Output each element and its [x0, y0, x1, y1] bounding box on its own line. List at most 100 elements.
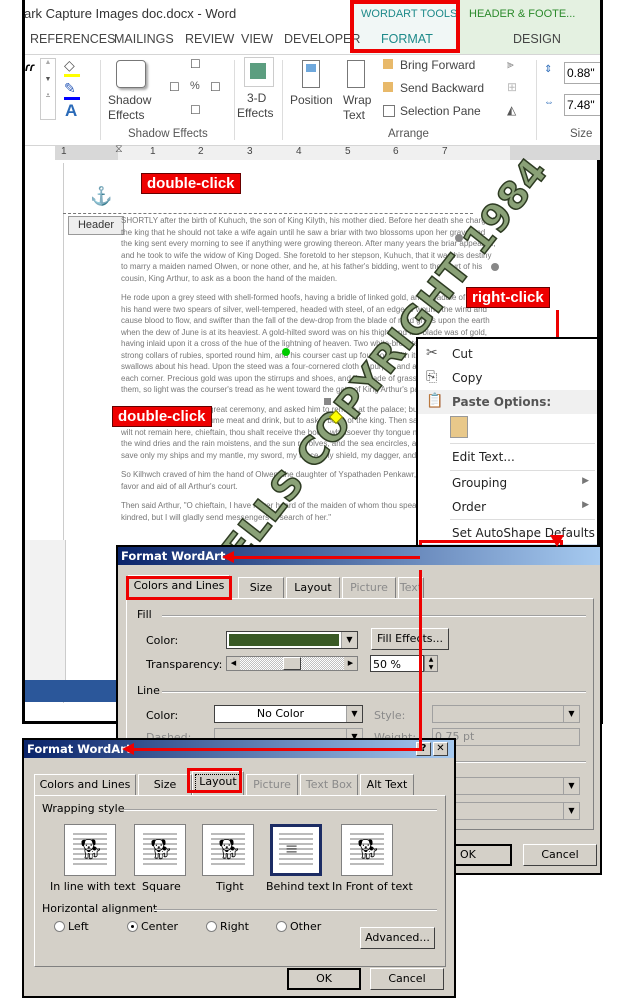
3d-effects-label-2[interactable]: Effects: [237, 106, 273, 120]
nudge-shadow-right-icon[interactable]: ☐: [210, 80, 221, 94]
shadow-on-off-icon[interactable]: %: [190, 80, 200, 92]
selection-pane-icon[interactable]: [383, 105, 395, 117]
tab-view[interactable]: VIEW: [241, 32, 273, 46]
annotation-arrow-line: [419, 570, 422, 748]
transparency-spinner[interactable]: ▲ ▼: [424, 655, 438, 672]
wrap-behind-text-option[interactable]: ≡: [270, 824, 322, 876]
nudge-shadow-down-icon[interactable]: ☐: [190, 103, 201, 117]
send-backward-icon[interactable]: [383, 82, 393, 92]
tab-developer[interactable]: DEVELOPER: [284, 32, 360, 46]
rotation-handle[interactable]: [282, 348, 290, 356]
sizing-handle[interactable]: [455, 234, 463, 242]
wrap-tight-option[interactable]: 🐕︎: [202, 824, 254, 876]
align-other-label[interactable]: Other: [290, 920, 321, 933]
gallery-scroll[interactable]: ▲ ▼ ⩡: [40, 58, 56, 120]
menu-item-copy[interactable]: ⎘ Copy: [418, 366, 597, 390]
tab-size[interactable]: Size: [138, 774, 192, 795]
nudge-shadow-left-icon[interactable]: ☐: [169, 80, 180, 94]
ok-button[interactable]: OK: [287, 968, 361, 990]
shape-fill-icon[interactable]: ◇: [64, 57, 80, 77]
dog-icon: 🐕︎: [78, 837, 104, 861]
close-button[interactable]: ✕: [433, 742, 448, 756]
tab-references[interactable]: REFERENCES: [30, 32, 115, 46]
line-section-label: Line: [137, 684, 160, 697]
ok-button[interactable]: OK: [452, 844, 512, 866]
annotation-right-click: right-click: [466, 287, 550, 308]
ribbon-separator: [100, 60, 101, 140]
sizing-handle[interactable]: [324, 398, 331, 405]
wordart-style-gallery-icon[interactable]: ɾɾ: [25, 60, 34, 74]
shadow-effects-label[interactable]: Shadow: [108, 93, 151, 107]
indent-marker[interactable]: ⧖: [115, 143, 123, 156]
colors-and-lines-tab-highlight: [126, 576, 232, 600]
menu-item-cut[interactable]: ✂ Cut: [418, 342, 597, 366]
align-other-radio[interactable]: [276, 921, 287, 932]
line-color-dropdown[interactable]: No Color ▼: [214, 705, 363, 723]
align-left-radio[interactable]: [54, 921, 65, 932]
chevron-down-icon: ▼: [346, 706, 362, 722]
style-label: Style:: [374, 709, 406, 722]
fill-effects-button[interactable]: Fill Effects...: [371, 628, 449, 650]
header-tag[interactable]: Header: [68, 216, 124, 235]
menu-item-grouping[interactable]: Grouping ▶: [418, 471, 597, 495]
tab-size[interactable]: Size: [238, 577, 284, 598]
3d-effects-icon[interactable]: [244, 57, 274, 87]
shadow-effects-icon[interactable]: [116, 60, 146, 88]
bring-forward-icon[interactable]: [383, 59, 393, 69]
copy-icon: ⎘: [426, 369, 438, 385]
menu-item-edit-text[interactable]: Edit Text...: [418, 445, 597, 469]
margin-right: [600, 0, 620, 730]
position-icon[interactable]: [302, 60, 320, 88]
bring-forward-button[interactable]: Bring Forward: [400, 58, 475, 72]
wrap-tight-label: Tight: [216, 880, 244, 893]
menu-separator: [450, 519, 595, 520]
nudge-shadow-up-icon[interactable]: ☐: [190, 57, 201, 71]
align-icon[interactable]: ⫸: [507, 57, 514, 72]
tab-alt-text[interactable]: Alt Text: [360, 774, 414, 795]
align-left-label[interactable]: Left: [68, 920, 89, 933]
fill-color-dropdown[interactable]: ▼: [226, 631, 358, 649]
cancel-button[interactable]: Cancel: [370, 968, 444, 990]
transparency-slider[interactable]: ◀ ▶: [226, 656, 358, 671]
paste-keep-formatting-icon[interactable]: [450, 416, 468, 438]
status-bar: [25, 680, 120, 702]
text-effects-icon[interactable]: A: [65, 101, 77, 121]
transparency-slider-thumb[interactable]: [283, 657, 301, 670]
group-size: Size: [570, 128, 593, 140]
group-icon[interactable]: ⊞: [507, 80, 517, 94]
3d-effects-label[interactable]: 3-D: [247, 91, 266, 105]
wrap-inline-option[interactable]: 🐕︎: [64, 824, 116, 876]
wrap-in-front-option[interactable]: 🐕︎: [341, 824, 393, 876]
shadow-effects-label-2[interactable]: Effects: [108, 108, 144, 122]
scroll-right-icon[interactable]: ▶: [344, 657, 357, 670]
advanced-button[interactable]: Advanced...: [360, 927, 435, 949]
align-center-radio[interactable]: [127, 921, 138, 932]
align-right-radio[interactable]: [206, 921, 217, 932]
selection-pane-button[interactable]: Selection Pane: [400, 104, 481, 118]
wrap-text-label-2[interactable]: Text: [343, 108, 365, 122]
tab-picture: Picture: [342, 577, 396, 598]
rotate-icon[interactable]: ◭: [507, 103, 516, 117]
wrap-square-option[interactable]: 🐕︎: [134, 824, 186, 876]
tab-header-design[interactable]: DESIGN: [513, 32, 561, 46]
shape-outline-icon[interactable]: ✎: [64, 80, 80, 100]
cancel-button[interactable]: Cancel: [523, 844, 597, 866]
send-backward-button[interactable]: Send Backward: [400, 81, 484, 95]
group-shadow-effects: Shadow Effects: [128, 128, 208, 140]
sizing-handle[interactable]: [491, 263, 499, 271]
tab-review[interactable]: REVIEW: [185, 32, 234, 46]
menu-header-paste-options: 📋 Paste Options:: [418, 390, 597, 414]
wrap-text-label[interactable]: Wrap: [343, 93, 371, 107]
tab-colors-and-lines[interactable]: Colors and Lines: [34, 774, 136, 795]
menu-item-order[interactable]: Order ▶: [418, 495, 597, 519]
ruler-tick: 1: [61, 146, 67, 157]
position-label[interactable]: Position: [290, 93, 333, 107]
transparency-input[interactable]: 50 %: [370, 655, 424, 672]
scroll-left-icon[interactable]: ◀: [227, 657, 240, 670]
align-center-label[interactable]: Center: [141, 920, 178, 933]
arrow-head-icon: [122, 743, 134, 755]
tab-mailings[interactable]: MAILINGS: [114, 32, 174, 46]
wrap-text-icon[interactable]: [347, 60, 365, 88]
align-right-label[interactable]: Right: [220, 920, 249, 933]
tab-layout[interactable]: Layout: [286, 577, 340, 598]
